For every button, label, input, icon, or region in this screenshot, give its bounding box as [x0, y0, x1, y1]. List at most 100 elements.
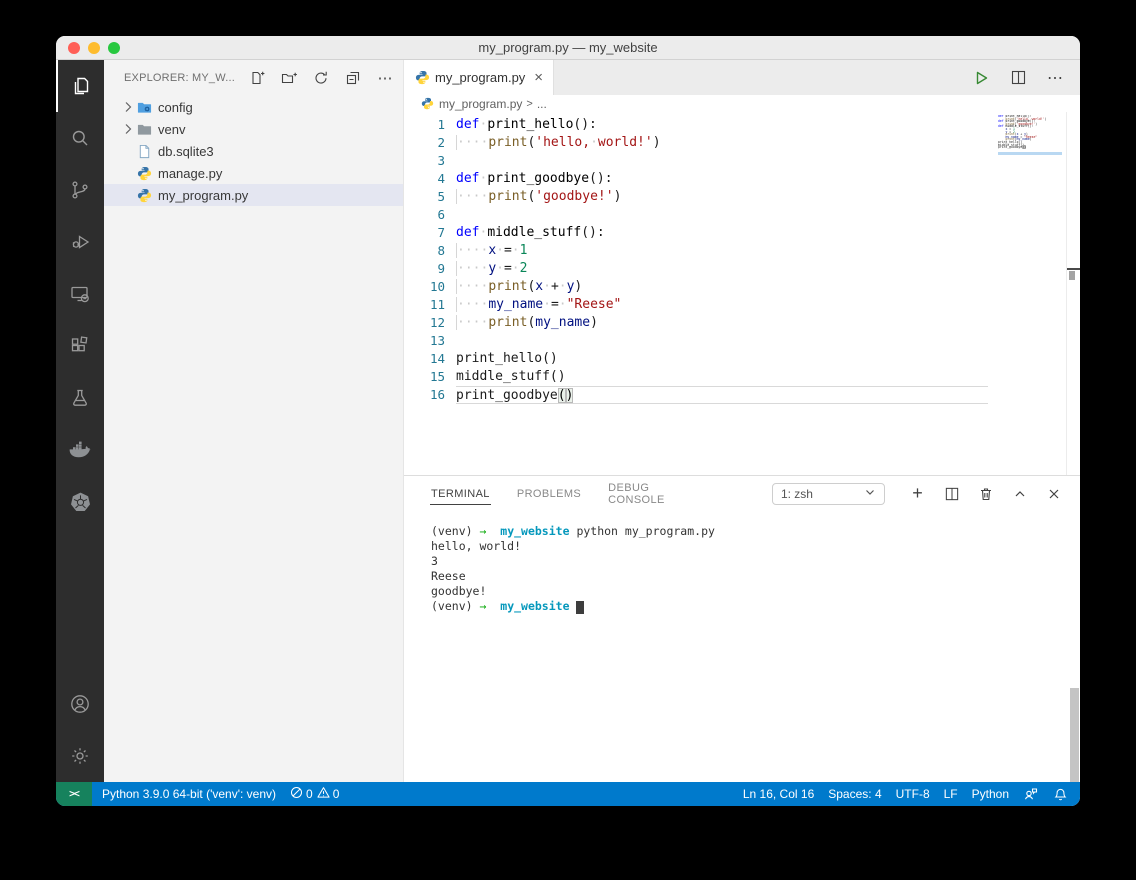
remote-indicator[interactable]: ><	[56, 782, 92, 806]
new-folder-icon[interactable]	[281, 70, 297, 86]
terminal-line[interactable]: goodbye!	[431, 584, 1080, 599]
code-line[interactable]: 1 def·print_hello():	[404, 116, 1080, 134]
close-window-button[interactable]	[68, 41, 80, 54]
run-and-debug-icon[interactable]	[56, 216, 104, 268]
feedback-icon[interactable]	[1023, 786, 1039, 802]
tab-debug-console[interactable]: DEBUG CONSOLE	[607, 477, 681, 510]
line-number[interactable]: 4	[404, 170, 445, 188]
more-actions-icon[interactable]: ⋯	[377, 70, 393, 87]
scrollbar-separator	[1066, 112, 1067, 475]
minimize-window-button[interactable]	[88, 41, 100, 54]
language-mode-status[interactable]: Python	[972, 787, 1009, 801]
extensions-icon[interactable]	[56, 320, 104, 372]
accounts-icon[interactable]	[56, 678, 104, 730]
problems-status[interactable]: 0 0	[290, 786, 339, 802]
source-control-icon[interactable]	[56, 164, 104, 216]
line-number[interactable]: 16	[404, 386, 445, 404]
code-line[interactable]: 16 print_goodbye()	[404, 386, 1080, 404]
panel-scrollbar-thumb[interactable]	[1070, 688, 1079, 782]
line-number[interactable]: 10	[404, 278, 445, 296]
error-icon	[290, 786, 303, 802]
minimap-current-line	[998, 152, 1062, 155]
breadcrumb-more[interactable]: ...	[537, 97, 547, 111]
terminal-line[interactable]: Reese	[431, 569, 1080, 584]
run-python-file-icon[interactable]	[972, 69, 990, 87]
settings-gear-icon[interactable]	[56, 730, 104, 782]
terminal-line[interactable]: (venv) → my_website python my_program.py	[431, 524, 1080, 539]
line-number[interactable]: 6	[404, 206, 445, 224]
line-number[interactable]: 1	[404, 116, 445, 134]
code-line[interactable]: 2 ····print('hello,·world!')	[404, 134, 1080, 152]
line-number[interactable]: 14	[404, 350, 445, 368]
new-terminal-icon[interactable]: +	[909, 483, 926, 503]
close-tab-icon[interactable]: ×	[532, 70, 545, 85]
file-tree-item-my_program.py[interactable]: my_program.py	[104, 184, 403, 206]
line-number[interactable]: 13	[404, 332, 445, 350]
code-editor[interactable]: 1 def·print_hello(): 2 ····print('hello,·wo…	[404, 112, 1080, 475]
terminal-line[interactable]: 3	[431, 554, 1080, 569]
warning-icon	[317, 786, 330, 802]
code-line[interactable]: 9 ····y·=·2	[404, 260, 1080, 278]
code-line[interactable]: 13	[404, 332, 1080, 350]
docker-icon[interactable]	[56, 424, 104, 476]
code-line[interactable]: 7 def·middle_stuff():	[404, 224, 1080, 242]
indentation-status[interactable]: Spaces: 4	[828, 787, 881, 801]
code-line[interactable]: 6	[404, 206, 1080, 224]
tab-terminal[interactable]: TERMINAL	[430, 483, 491, 505]
code-line[interactable]: 3	[404, 152, 1080, 170]
collapse-folders-icon[interactable]	[345, 70, 361, 86]
code-line[interactable]: 8 ····x·=·1	[404, 242, 1080, 260]
line-number[interactable]: 11	[404, 296, 445, 314]
close-panel-icon[interactable]	[1045, 485, 1062, 502]
file-tree-item-manage.py[interactable]: manage.py	[104, 162, 403, 184]
terminal-shell-select[interactable]: 1: zsh	[771, 482, 885, 505]
code-line[interactable]: 5 ····print('goodbye!')	[404, 188, 1080, 206]
line-number[interactable]: 2	[404, 134, 445, 152]
refresh-icon[interactable]	[313, 70, 329, 86]
eol-status[interactable]: LF	[944, 787, 958, 801]
terminal-line[interactable]: hello, world!	[431, 539, 1080, 554]
breadcrumb-file[interactable]: my_program.py	[439, 97, 522, 111]
line-number[interactable]: 8	[404, 242, 445, 260]
maximize-panel-chevron-up-icon[interactable]	[1011, 485, 1028, 502]
line-number[interactable]: 9	[404, 260, 445, 278]
testing-icon[interactable]	[56, 372, 104, 424]
line-number[interactable]: 3	[404, 152, 445, 170]
minimap[interactable]: def print_hello(): print('hello, world!'…	[998, 115, 1062, 157]
code-line[interactable]: 10 ····print(x·+·y)	[404, 278, 1080, 296]
cursor-position-status[interactable]: Ln 16, Col 16	[743, 787, 814, 801]
new-file-icon[interactable]	[249, 70, 265, 86]
terminal-output[interactable]: (venv) → my_website python my_program.py…	[404, 511, 1080, 614]
tab-problems[interactable]: PROBLEMS	[516, 483, 582, 504]
line-number[interactable]: 5	[404, 188, 445, 206]
code-line[interactable]: 14 print_hello()	[404, 350, 1080, 368]
file-tree-item-venv[interactable]: venv	[104, 118, 403, 140]
chevron-right-icon[interactable]	[120, 99, 136, 115]
kubernetes-icon[interactable]	[56, 476, 104, 528]
kill-terminal-trash-icon[interactable]	[977, 485, 994, 502]
editor-more-actions-icon[interactable]: ⋯	[1046, 69, 1064, 87]
zoom-window-button[interactable]	[108, 41, 120, 54]
split-terminal-icon[interactable]	[943, 485, 960, 502]
breadcrumb-separator: >	[526, 97, 533, 110]
search-icon[interactable]	[56, 112, 104, 164]
code-line[interactable]: 12 ····print(my_name)	[404, 314, 1080, 332]
file-tree-item-config[interactable]: config	[104, 96, 403, 118]
tab-my-program-py[interactable]: my_program.py ×	[404, 60, 554, 95]
code-line[interactable]: 4 def·print_goodbye():	[404, 170, 1080, 188]
split-editor-icon[interactable]	[1009, 69, 1027, 87]
terminal-line[interactable]: (venv) → my_website	[431, 599, 1080, 614]
line-number[interactable]: 12	[404, 314, 445, 332]
line-number[interactable]: 15	[404, 368, 445, 386]
explorer-icon[interactable]	[56, 60, 104, 112]
code-line[interactable]: 15 middle_stuff()	[404, 368, 1080, 386]
file-tree-item-db.sqlite3[interactable]: db.sqlite3	[104, 140, 403, 162]
notifications-bell-icon[interactable]	[1053, 787, 1068, 802]
code-line[interactable]: 11 ····my_name·=·"Reese"	[404, 296, 1080, 314]
chevron-right-icon[interactable]	[120, 121, 136, 137]
line-number[interactable]: 7	[404, 224, 445, 242]
remote-explorer-icon[interactable]	[56, 268, 104, 320]
encoding-status[interactable]: UTF-8	[896, 787, 930, 801]
python-interpreter-status[interactable]: Python 3.9.0 64-bit ('venv': venv)	[102, 787, 276, 801]
